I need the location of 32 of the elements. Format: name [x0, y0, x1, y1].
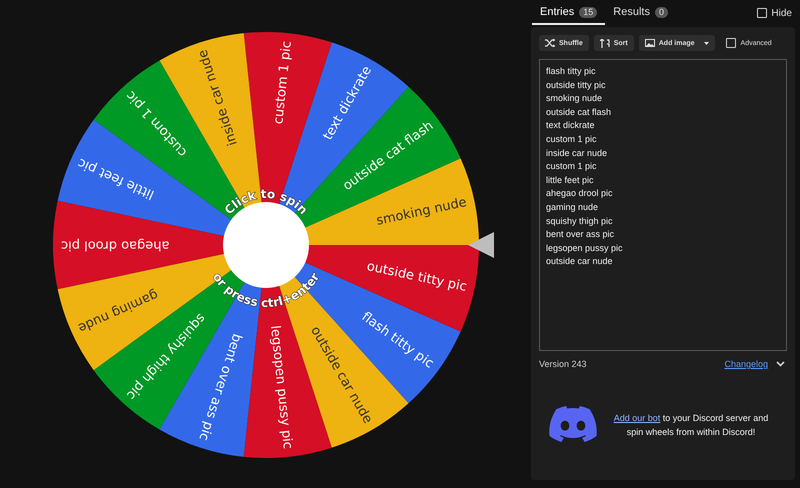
slice-label: little feet pic: [76, 154, 157, 202]
slice-label: ahegao drool pic: [61, 238, 170, 252]
entry-line: custom 1 pic: [546, 160, 598, 174]
entry-line: gaming nude: [546, 200, 600, 214]
hide-label: Hide: [771, 8, 792, 18]
slice-label: bent over ass pic: [196, 332, 244, 442]
version-label: Version 243: [539, 359, 587, 369]
entry-line: outside cat flash: [546, 106, 612, 119]
entry-line: flash titty pic: [546, 65, 597, 78]
entry-line: custom 1 pic: [546, 132, 598, 146]
entry-line: ahegao drool pic: [546, 187, 614, 200]
slice-label: inside car nude: [196, 48, 241, 148]
discord-promo-text: Add our bot to your Discord server and spin wheels from within Discord!: [612, 412, 770, 438]
slice-label: outside titty pic: [365, 259, 468, 295]
entry-line: text dickrate: [546, 119, 596, 132]
tab[interactable]: Entries 15: [532, 1, 606, 25]
slice-label: smoking nude: [375, 195, 468, 229]
entry-line: little feet pic: [546, 174, 595, 187]
entry-line: outside titty pic: [546, 78, 607, 92]
entry-line: squishy thigh pic: [546, 214, 614, 228]
slice-label: legsopen pussy pic: [267, 324, 295, 450]
tab[interactable]: Results 0: [605, 1, 676, 25]
entry-line: inside car nude: [546, 146, 608, 160]
entry-line: outside car nude: [546, 255, 614, 268]
entry-line: smoking nude: [546, 92, 604, 106]
entry-line: legsopen pussy pic: [546, 242, 624, 255]
entry-line: bent over ass pic: [546, 228, 616, 242]
count-badge: 0: [654, 6, 668, 18]
add-bot-link[interactable]: Add our bot: [614, 412, 660, 422]
changelog-link[interactable]: Changelog: [724, 359, 768, 369]
count-badge: 15: [579, 6, 598, 18]
slice-label: custom 1 pic: [271, 40, 295, 125]
